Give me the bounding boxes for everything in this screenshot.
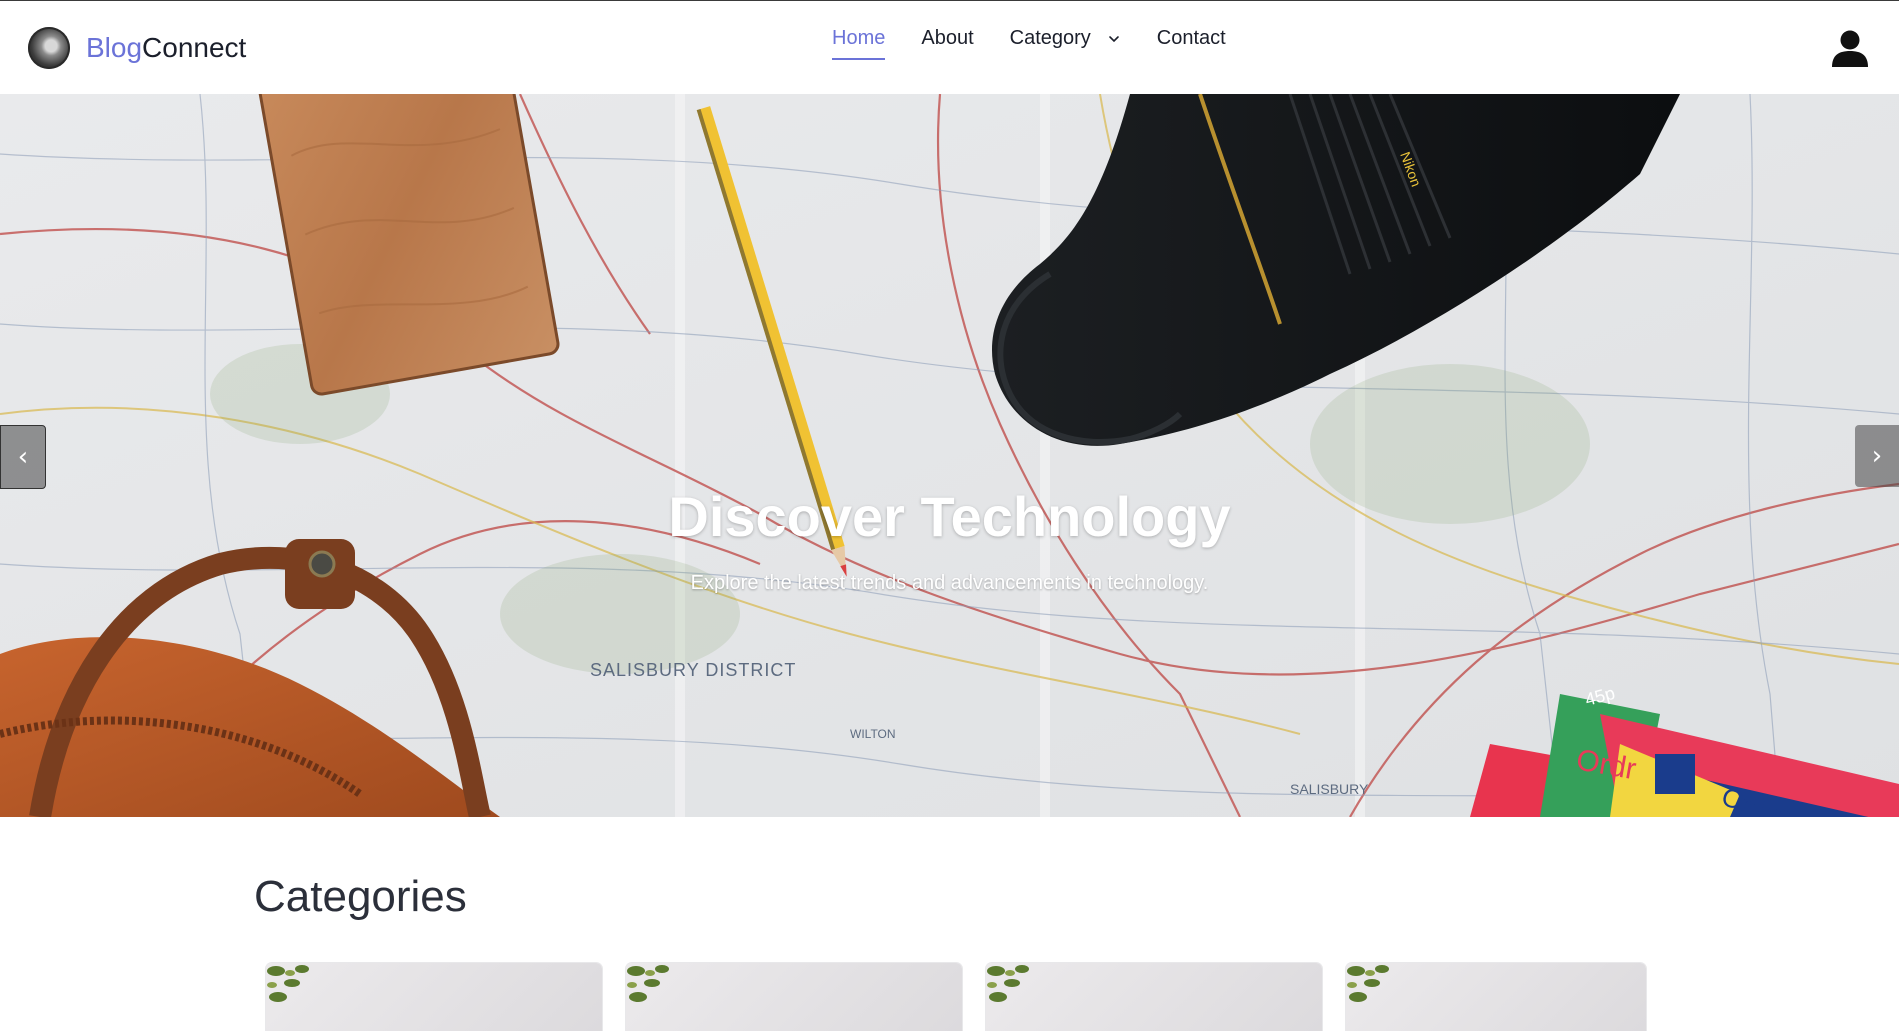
chevron-left-icon: ‹ — [17, 442, 29, 472]
carousel-next-button[interactable]: › — [1855, 425, 1899, 487]
hero-title: Discover Technology — [668, 485, 1231, 548]
brand-logo — [28, 27, 70, 69]
svg-text:SALISBURY DISTRICT: SALISBURY DISTRICT — [590, 660, 796, 680]
category-cards — [266, 963, 1646, 1031]
category-card[interactable] — [626, 963, 962, 1031]
plant-image — [987, 965, 1029, 1002]
plant-image — [1347, 965, 1389, 1002]
svg-text:SALISBURY: SALISBURY — [1290, 781, 1369, 797]
nav-contact-link[interactable]: Contact — [1157, 27, 1226, 56]
main-nav: Home About Category Contact — [832, 27, 1226, 60]
carousel-prev-button[interactable]: ‹ — [0, 425, 46, 489]
brand-name-blog: Blog — [86, 32, 143, 63]
plant-image — [627, 965, 669, 1002]
plant-image — [267, 965, 309, 1002]
navbar: BlogConnect Home About Category Contact — [0, 1, 1899, 94]
hero-subtitle: Explore the latest trends and advancemen… — [690, 572, 1209, 594]
category-card[interactable] — [986, 963, 1322, 1031]
brand[interactable]: BlogConnect — [28, 27, 246, 69]
chevron-down-icon — [1108, 35, 1119, 42]
brand-name-connect: Connect — [142, 32, 247, 63]
svg-text:WILTON: WILTON — [850, 727, 896, 741]
nav-category-dropdown[interactable]: Category — [1010, 27, 1121, 56]
hero-background-image: Nikon Ordnance Ordr 45p SALISBURY DISTRI… — [0, 94, 1899, 817]
nav-home-link[interactable]: Home — [832, 27, 886, 60]
chevron-right-icon: › — [1871, 441, 1883, 471]
category-card[interactable] — [266, 963, 602, 1031]
brand-name: BlogConnect — [86, 34, 246, 62]
categories-title: Categories — [254, 872, 467, 921]
user-icon[interactable] — [1831, 29, 1869, 69]
hero-carousel: Nikon Ordnance Ordr 45p SALISBURY DISTRI… — [0, 94, 1899, 817]
categories-section: Categories — [254, 872, 467, 922]
nav-category-label: Category — [1009, 27, 1091, 49]
nav-about-link[interactable]: About — [921, 27, 973, 56]
category-card[interactable] — [1346, 963, 1646, 1031]
